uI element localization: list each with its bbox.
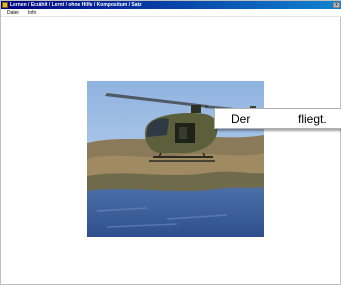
app-icon (2, 2, 8, 8)
sentence-word-1: Der (231, 112, 251, 126)
window-title: Lernen / Erzählt / Lernt / ohne Hilfe / … (10, 2, 142, 8)
app-window: Lernen / Erzählt / Lernt / ohne Hilfe / … (0, 0, 341, 285)
close-icon: x (335, 2, 338, 8)
menu-bar: Datei Info (1, 9, 341, 17)
menu-item-info[interactable]: Info (28, 9, 36, 17)
sentence-word-2: fliegt. (298, 112, 327, 126)
close-button[interactable]: x (333, 2, 340, 8)
menu-item-file[interactable]: Datei (7, 9, 19, 17)
sentence-strip: Der fliegt. (214, 108, 341, 129)
title-bar[interactable]: Lernen / Erzählt / Lernt / ohne Hilfe / … (1, 1, 341, 9)
helicopter-photo (87, 81, 264, 237)
